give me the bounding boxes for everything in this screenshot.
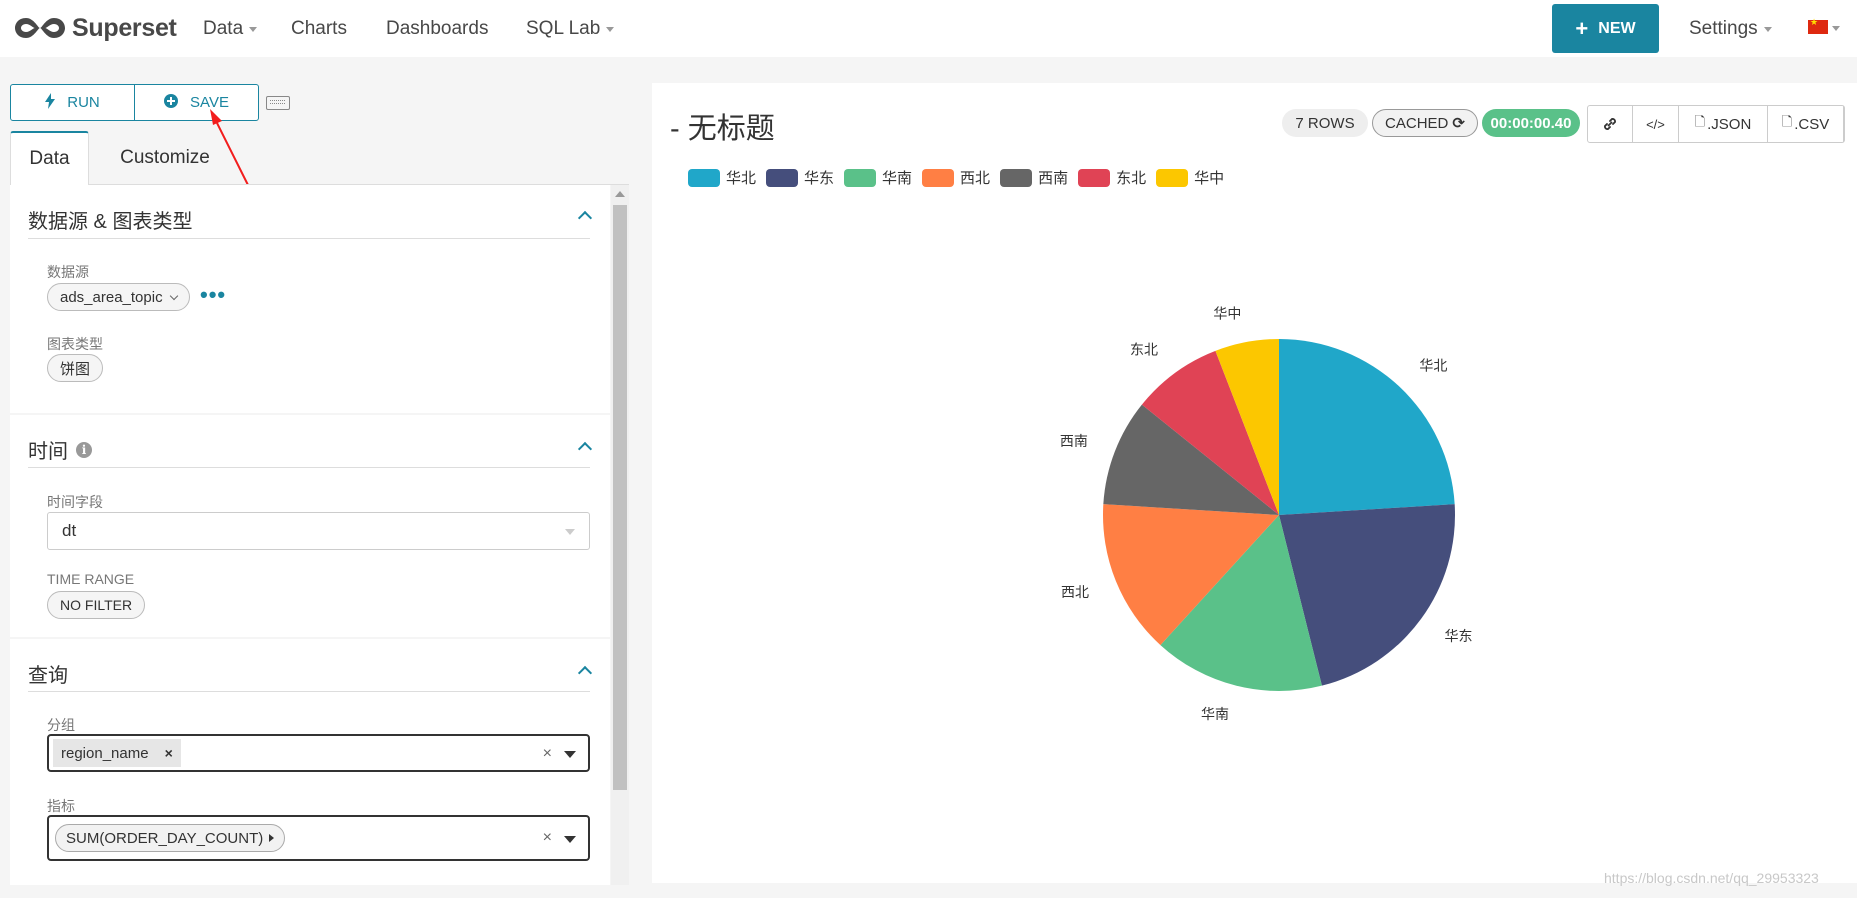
nav-charts[interactable]: Charts [291,18,347,40]
nav-data-label: Data [203,18,244,39]
chevron-down-icon [1832,26,1840,31]
pie-slice-label: 西北 [1061,584,1089,600]
top-navbar: Superset Data Charts Dashboards SQL Lab … [0,0,1857,57]
nav-sql-lab-label: SQL Lab [526,18,601,39]
groupby-tag-label: region_name [61,744,149,762]
superset-logo[interactable]: Superset [12,10,177,46]
chevron-down-icon [565,529,575,535]
scrollbar-thumb[interactable] [613,205,627,790]
time-range-select[interactable]: NO FILTER [47,591,146,619]
keyboard-icon[interactable] [266,96,290,110]
pie-slice-label: 华中 [1213,305,1241,321]
groupby-select[interactable]: region_name × × [47,734,590,772]
pie-chart[interactable]: 华北华东华南 西北 西南 东北 华中 [652,83,1857,883]
viz-type-value: 饼图 [60,360,91,378]
more-options-icon[interactable]: ••• [200,282,226,308]
chevron-up-icon[interactable] [577,665,593,681]
nav-dashboards[interactable]: Dashboards [386,18,488,40]
run-button-label: RUN [67,94,100,111]
superset-logo-icon [15,18,65,38]
metric-tag[interactable]: SUM(ORDER_DAY_COUNT) [55,824,286,852]
section-datasource-title[interactable]: 数据源 & 图表类型 [28,205,192,234]
section-time: 时间 i 时间字段 dt TIME RANGE NO FILTER [10,415,610,637]
chevron-up-icon[interactable] [577,441,593,457]
pie-slice-label: 华南 [1201,706,1229,722]
chevron-down-icon[interactable] [564,751,576,758]
datasource-label: 数据源 [47,264,89,280]
chart-panel: - 无标题 7 ROWS CACHED ⟳ 00:00:00.40 </> 🗋.… [652,83,1857,883]
watermark: https://blog.csdn.net/qq_29953323 [1604,870,1819,886]
chevron-down-icon [169,291,178,300]
section-datasource: 数据源 & 图表类型 数据源 ads_area_topic ••• 图表类型 饼… [10,185,610,413]
nav-sql-lab[interactable]: SQL Lab [526,18,615,40]
tab-customize-label: Customize [120,147,210,168]
plus-circle-icon [164,94,179,111]
clear-icon[interactable]: × [543,745,552,763]
caret-right-icon [269,834,275,842]
tab-data-label: Data [29,148,70,169]
save-button-label: SAVE [190,94,229,111]
chevron-down-icon [249,26,258,32]
run-button[interactable]: RUN [11,85,135,120]
clear-icon[interactable]: × [543,829,552,847]
chevron-down-icon [1763,26,1772,32]
controls-panel: 数据源 & 图表类型 数据源 ads_area_topic ••• 图表类型 饼… [10,185,610,885]
section-divider [28,691,590,692]
metric-select[interactable]: SUM(ORDER_DAY_COUNT) × [47,815,590,861]
time-field-label: 时间字段 [47,494,103,510]
section-divider [28,238,590,239]
groupby-label: 分组 [47,717,75,733]
save-button[interactable]: SAVE [135,85,258,120]
language-flag-icon[interactable] [1808,17,1828,34]
new-button[interactable]: + NEW [1552,4,1659,53]
datasource-select[interactable]: ads_area_topic [47,283,190,311]
settings-label: Settings [1689,18,1758,39]
section-divider [28,467,590,468]
time-field-select[interactable]: dt [47,512,590,550]
time-field-value: dt [62,521,77,540]
remove-tag-icon[interactable]: × [165,745,173,761]
viz-type-select[interactable]: 饼图 [47,354,104,382]
section-time-label: 时间 [28,441,68,463]
pie-slice-label: 华北 [1419,358,1447,374]
metric-tag-label: SUM(ORDER_DAY_COUNT) [66,829,264,847]
metric-label: 指标 [47,798,75,814]
controls-scrollbar[interactable] [611,185,629,885]
nav-charts-label: Charts [291,18,347,39]
chevron-down-icon [606,26,615,32]
settings-menu[interactable]: Settings [1689,18,1772,40]
chevron-up-icon[interactable] [577,210,593,226]
nav-dashboards-label: Dashboards [386,18,489,39]
section-time-title[interactable]: 时间 i [28,435,92,464]
section-query-title[interactable]: 查询 [28,659,68,688]
time-range-label: TIME RANGE [47,571,135,587]
new-button-label: NEW [1598,19,1636,37]
brand-name: Superset [72,13,177,42]
pie-slice-label: 西南 [1060,433,1088,449]
tab-customize[interactable]: Customize [90,131,240,185]
groupby-tag[interactable]: region_name × [53,739,181,767]
pie-slice-label: 华东 [1444,628,1472,644]
time-range-value: NO FILTER [60,597,133,613]
viz-type-label: 图表类型 [47,336,103,352]
nav-data[interactable]: Data [203,18,258,40]
scroll-up-arrow-icon[interactable] [615,191,625,197]
lightning-icon [45,93,56,112]
plus-icon: + [1575,15,1589,41]
section-query: 查询 分组 region_name × × 指标 SUM(ORDER_DAY_CO… [10,639,610,885]
info-icon[interactable]: i [76,441,92,458]
datasource-value: ads_area_topic [60,288,163,306]
chevron-down-icon[interactable] [564,836,576,843]
tab-data[interactable]: Data [10,131,89,185]
control-tabs: Data Customize [10,131,630,185]
run-save-group: RUN SAVE [10,84,259,121]
pie-slice-label: 东北 [1130,342,1158,358]
